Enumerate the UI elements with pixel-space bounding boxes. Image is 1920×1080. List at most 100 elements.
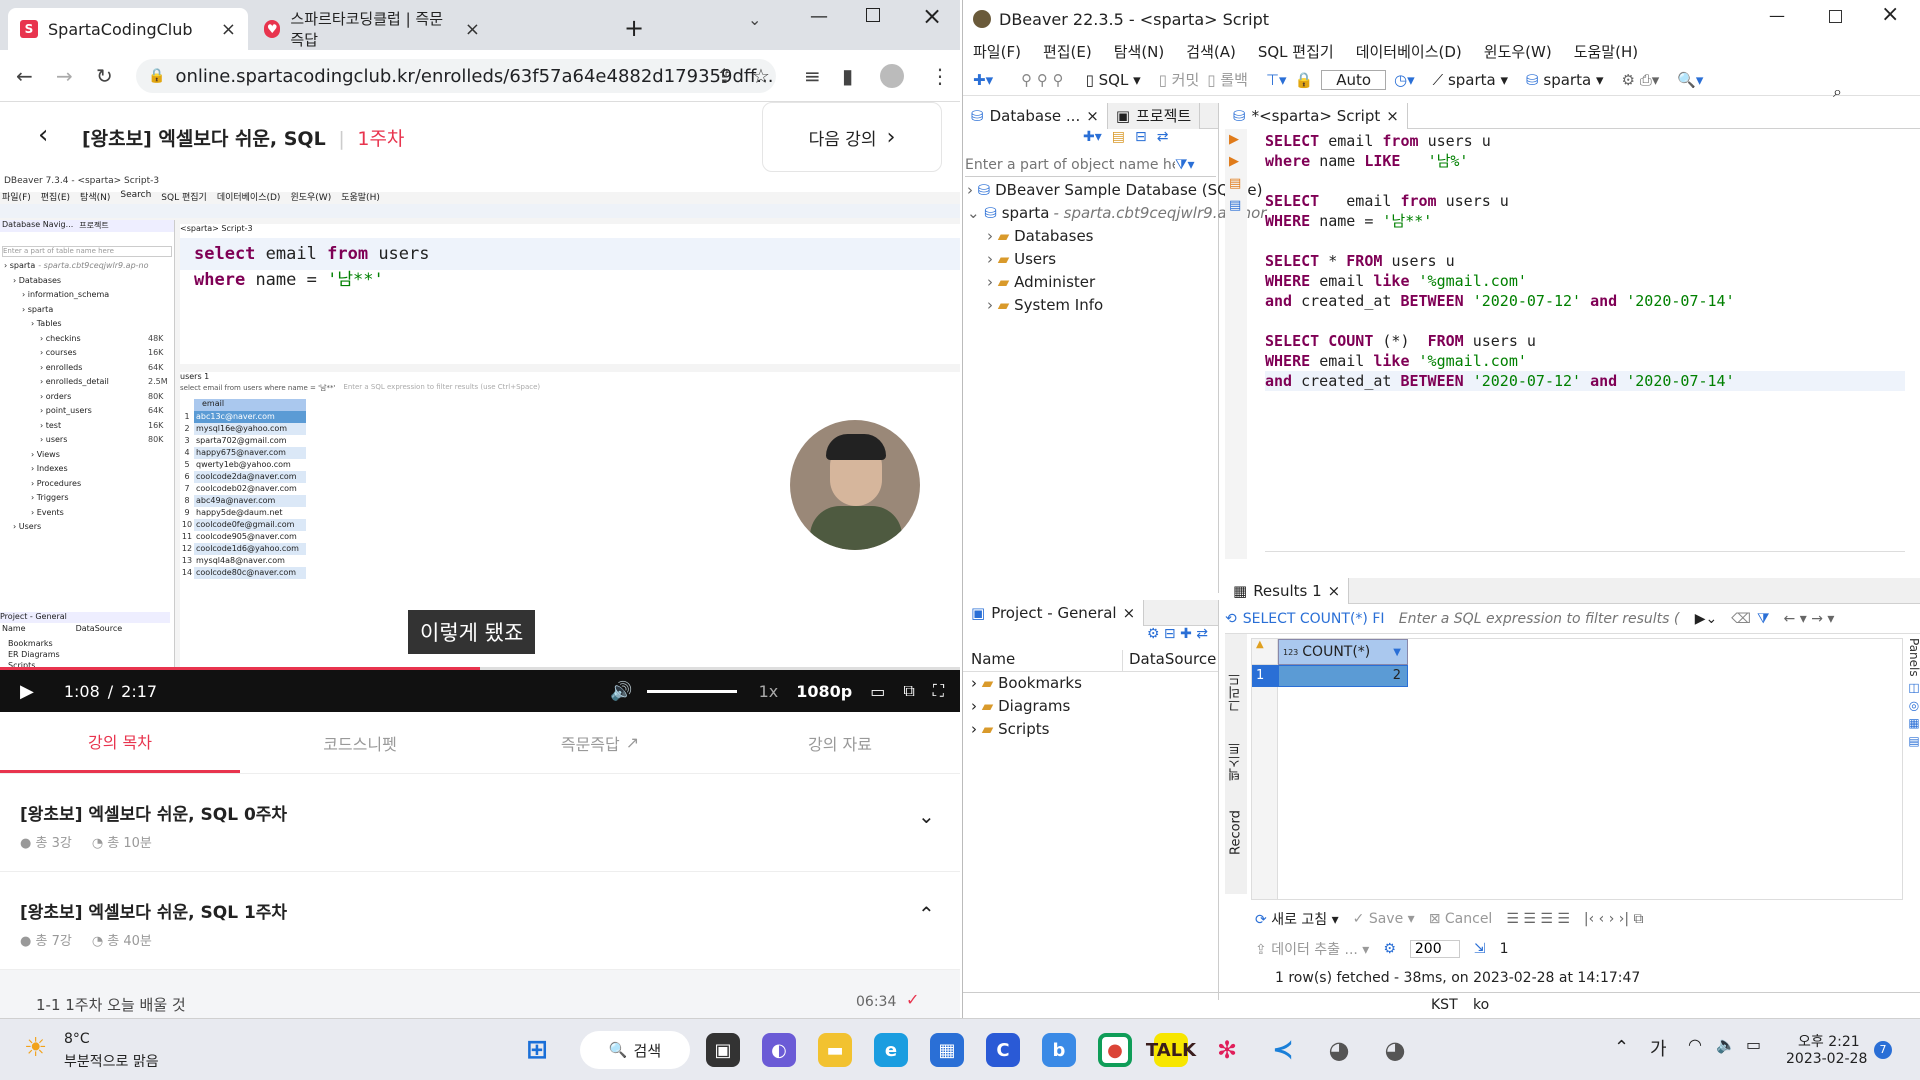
datasource-selector[interactable]: ⟋ sparta ▾ xyxy=(1433,71,1508,89)
close-icon[interactable]: × xyxy=(1386,107,1399,125)
lock-icon[interactable]: 🔒 xyxy=(1295,71,1314,89)
sql-editor-button[interactable]: ▯ SQL ▾ xyxy=(1086,71,1141,89)
new-tab-button[interactable]: + xyxy=(624,14,644,42)
commit-button[interactable]: ▯ 커밋 xyxy=(1159,69,1200,90)
close-icon[interactable]: × xyxy=(1328,582,1341,600)
side-panel-icon[interactable]: ▮ xyxy=(842,64,853,88)
execute-script-icon[interactable]: ▶ xyxy=(1229,151,1247,173)
tools-icon[interactable]: ⚙ ⎙▾ xyxy=(1622,71,1660,89)
back-chevron-icon[interactable]: ‹ xyxy=(38,120,48,150)
filter-icon[interactable]: ⧩▾ xyxy=(1175,157,1195,173)
section-week0[interactable]: [왕초보] 엑셀보다 쉬운, SQL 0주차 ● 총 3강 ◔ 총 10분 ⌄ xyxy=(0,774,960,872)
collapse-icon[interactable]: ⊟ xyxy=(1135,129,1147,153)
cell-count-value[interactable]: 2 xyxy=(1278,665,1408,687)
filter-input[interactable] xyxy=(965,156,1175,173)
tab-search-icon[interactable]: ⌄ xyxy=(748,10,761,29)
auto-commit-field[interactable]: Auto xyxy=(1321,69,1387,90)
play-icon[interactable]: ▶ xyxy=(20,681,34,702)
close-tab-icon[interactable]: × xyxy=(465,19,480,40)
erase-icon[interactable]: ⌫ xyxy=(1731,611,1751,627)
teams-chat-icon[interactable]: ◐ xyxy=(762,1033,796,1067)
link-icon[interactable]: ⇄ xyxy=(1157,129,1169,153)
tab-sparta-script[interactable]: ⛁ *<sparta> Script × xyxy=(1225,102,1408,129)
panels-tab[interactable]: Panels ◫ ◎ ▦ ▤ xyxy=(1903,638,1920,818)
weather-desc[interactable]: 부분적으로 맑음 xyxy=(64,1051,159,1071)
navigator-tree-item[interactable]: › ▰ Administer xyxy=(967,271,1218,294)
next-lecture-button[interactable]: 다음 강의 › xyxy=(762,102,942,172)
minimize-button[interactable]: — xyxy=(810,6,828,27)
navigator-tree-item[interactable]: › ▰ System Info xyxy=(967,294,1218,317)
tab-grid[interactable]: 그리드 xyxy=(1227,673,1246,712)
speaker-icon[interactable]: 🔈 xyxy=(1716,1035,1736,1054)
wifi-icon[interactable]: ◠ xyxy=(1688,1035,1702,1054)
app-c-icon[interactable]: C xyxy=(986,1033,1020,1067)
tab-qna[interactable]: 즉문즉답 ↗ xyxy=(480,712,720,773)
notification-badge[interactable]: 7 xyxy=(1874,1041,1892,1059)
result-filter-input[interactable] xyxy=(1398,610,1689,627)
filter-apply-icon[interactable]: ▶⌄ xyxy=(1695,611,1718,627)
video-player[interactable]: DBeaver 7.3.4 - <sparta> Script-3 파일(F) … xyxy=(0,172,960,712)
folder-icon[interactable]: ▤ xyxy=(1112,129,1125,153)
file-explorer-icon[interactable]: ▬ xyxy=(818,1033,852,1067)
store-icon[interactable]: ▦ xyxy=(930,1033,964,1067)
history-back-icon[interactable]: ← ▾ → ▾ xyxy=(1784,611,1835,627)
video-quality[interactable]: 1080p xyxy=(796,682,852,701)
maximize-button[interactable] xyxy=(866,8,880,22)
expand-chevron-icon[interactable]: › xyxy=(987,273,998,291)
tab-record[interactable]: Record xyxy=(1229,811,1244,856)
lesson-row[interactable]: 1-1 1주차 오늘 배울 것 06:34 ✓ xyxy=(0,970,960,1018)
close-tab-icon[interactable]: × xyxy=(221,19,236,40)
clock-date[interactable]: 2023-02-28 xyxy=(1786,1051,1867,1067)
windows-start-icon[interactable]: ⊞ xyxy=(520,1033,554,1067)
navigator-tree-item[interactable]: › ▰ Users xyxy=(967,248,1218,271)
expand-chevron-icon[interactable]: › xyxy=(967,181,978,199)
paging-icons[interactable]: |‹ ‹ › ›| ⧉ xyxy=(1584,911,1644,927)
menu-search[interactable]: 검색(A) xyxy=(1186,41,1236,62)
row-edit-icons[interactable]: ☰ ☰ ☰ ☰ xyxy=(1506,911,1570,927)
project-item-diagrams[interactable]: › ▰ Diagrams xyxy=(971,695,1218,718)
tab-code-snippet[interactable]: 코드스니펫 xyxy=(240,712,480,773)
volume-icon[interactable]: 🔊 xyxy=(610,681,632,702)
app-b-icon[interactable]: b xyxy=(1042,1033,1076,1067)
battery-icon[interactable]: ▭ xyxy=(1746,1035,1761,1054)
slack-icon[interactable]: ✻ xyxy=(1210,1033,1244,1067)
pip-icon[interactable]: ⧉ xyxy=(903,681,914,701)
taskbar-search[interactable]: 🔍 검색 xyxy=(580,1031,690,1069)
tab-qna[interactable]: ♥ 스파르타코딩클럽 | 즉문즉답 × xyxy=(252,8,492,50)
navigator-tree-item[interactable]: › ▰ Databases xyxy=(967,225,1218,248)
expand-chevron-icon[interactable]: › xyxy=(987,296,998,314)
fullscreen-icon[interactable]: ⛶ xyxy=(933,681,944,701)
project-item-scripts[interactable]: › ▰ Scripts xyxy=(971,718,1218,741)
new-connection-small-icon[interactable]: ✚▾ xyxy=(1083,129,1102,153)
project-item-bookmarks[interactable]: › ▰ Bookmarks xyxy=(971,672,1218,695)
ime-indicator[interactable]: 가 xyxy=(1650,1035,1667,1061)
global-search-icon[interactable]: ⌕ xyxy=(1833,82,1842,102)
filter-icon[interactable]: ⧩ xyxy=(1757,611,1770,627)
expand-chevron-icon[interactable]: ⌄ xyxy=(967,204,984,222)
menu-window[interactable]: 윈도우(W) xyxy=(1484,41,1552,62)
schema-selector[interactable]: ⛁ sparta ▾ xyxy=(1526,71,1603,89)
menu-file[interactable]: 파일(F) xyxy=(973,41,1021,62)
tab-curriculum[interactable]: 강의 목차 xyxy=(0,712,240,773)
new-connection-icon[interactable]: ✚▾ xyxy=(973,71,993,89)
navigator-tree-item[interactable]: ⌄ ⛁ sparta - sparta.cbt9ceqjwlr9.ap-nor xyxy=(967,202,1266,225)
transaction-icon[interactable]: ⊤▾ xyxy=(1266,71,1287,89)
dbeaver-taskbar-icon-2[interactable]: ◕ xyxy=(1378,1033,1412,1067)
menu-navigate[interactable]: 탐색(N) xyxy=(1114,41,1165,62)
profile-avatar[interactable] xyxy=(880,64,904,88)
forward-icon[interactable]: → xyxy=(56,64,73,88)
tab-text[interactable]: 텍스트 xyxy=(1227,742,1246,781)
menu-edit[interactable]: 편집(E) xyxy=(1043,41,1092,62)
tab-spartacodingclub[interactable]: S SpartaCodingClub × xyxy=(8,8,248,50)
volume-slider[interactable] xyxy=(646,689,737,693)
navigator-tree-item[interactable]: › ⛁ DBeaver Sample Database (SQLite) xyxy=(967,179,1262,202)
tray-chevron-icon[interactable]: ⌃ xyxy=(1614,1037,1629,1058)
editor-hscrollbar[interactable] xyxy=(1265,551,1905,563)
close-icon[interactable]: × xyxy=(1123,604,1136,622)
save-button[interactable]: ✓ Save ▾ xyxy=(1353,911,1415,927)
menu-help[interactable]: 도움말(H) xyxy=(1574,41,1638,62)
reading-list-icon[interactable]: ≡ xyxy=(804,64,821,88)
explain-icon[interactable]: ▤ xyxy=(1229,173,1247,195)
tab-projects[interactable]: ▣ 프로젝트 xyxy=(1107,102,1201,129)
menu-database[interactable]: 데이터베이스(D) xyxy=(1356,41,1462,62)
